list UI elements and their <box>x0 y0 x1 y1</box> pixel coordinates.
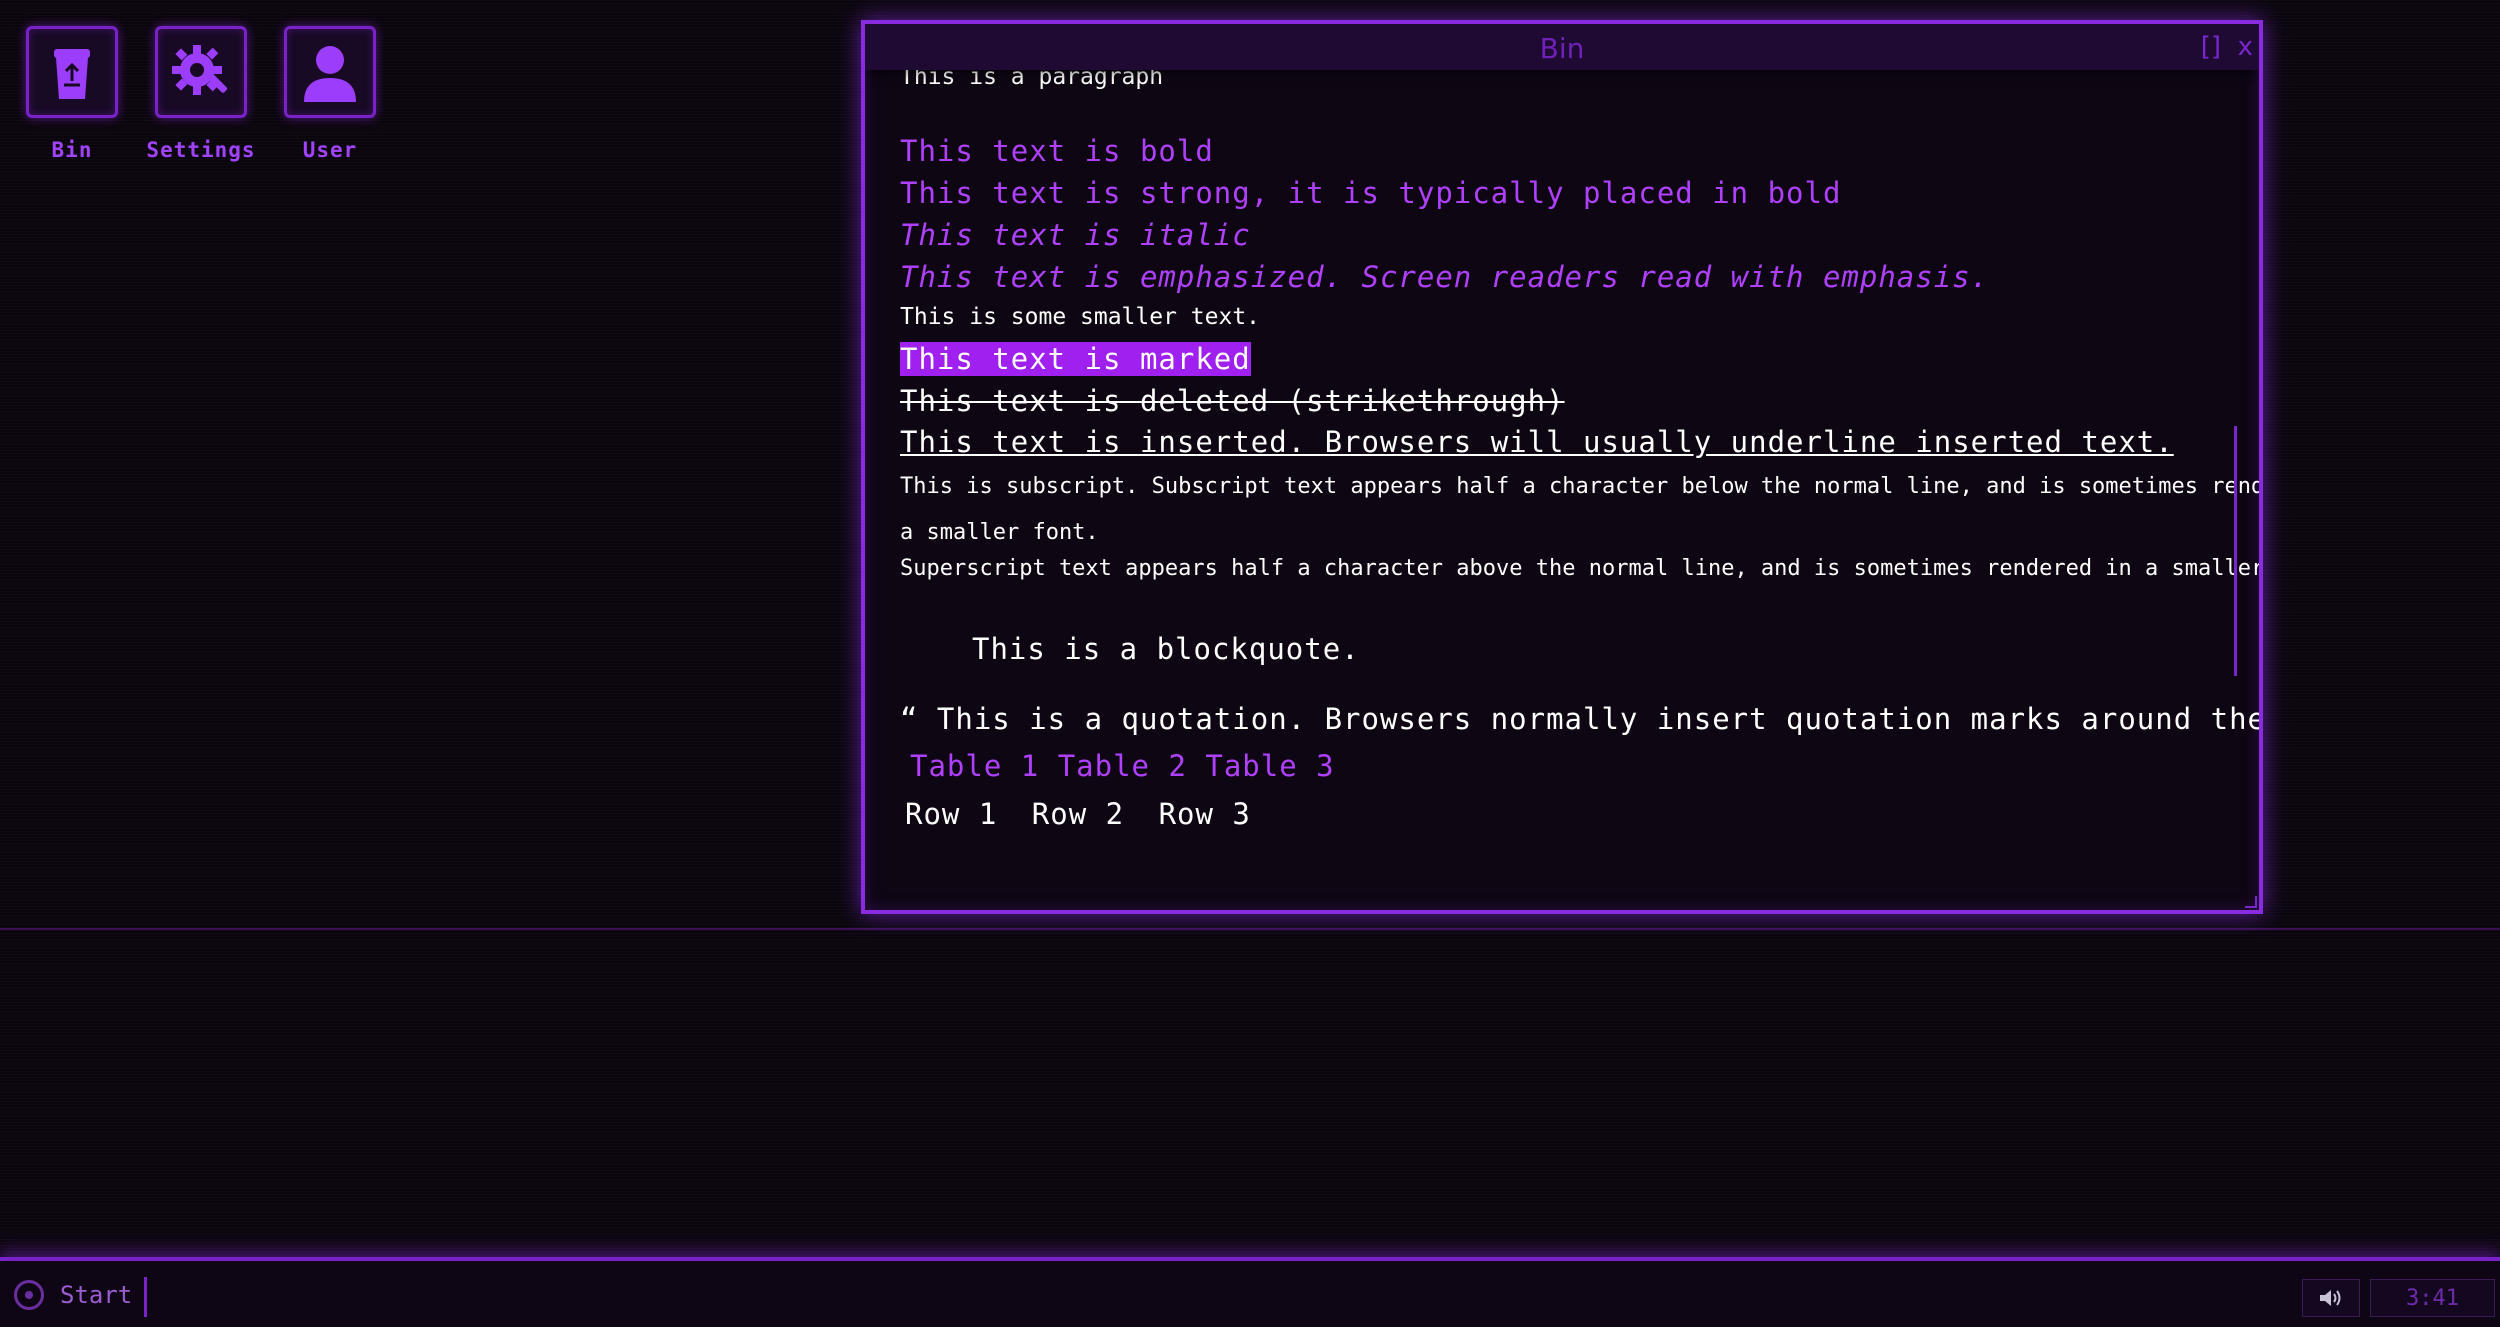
table-cell: Row 3 <box>1158 797 1251 831</box>
quotation: “ This is a quotation. Browsers normally… <box>900 702 2263 736</box>
italic-text: This text is italic <box>900 218 1251 252</box>
maximize-button[interactable]: [] <box>2201 32 2221 62</box>
table-header-cell: Table 1 <box>910 749 1040 783</box>
subscript-text: This is subscript. Subscript text appear… <box>900 474 2263 499</box>
desktop-icon-bin[interactable]: Bin <box>7 26 137 162</box>
taskbar-separator <box>144 1277 147 1317</box>
small-text: This is some smaller text. <box>900 304 1261 330</box>
window-titlebar[interactable]: Bin [] x <box>865 24 2259 70</box>
table-cell: Row 2 <box>1031 797 1125 831</box>
desktop-icon-label: User <box>302 138 358 162</box>
table-header-row: Table 1 Table 2 Table 3 <box>910 749 1335 783</box>
content-scrollbar[interactable] <box>2234 426 2237 676</box>
desktop-icon-label: Bin <box>51 138 93 162</box>
window-title: Bin <box>1539 32 1585 65</box>
start-icon <box>14 1280 44 1310</box>
close-button[interactable]: x <box>2238 32 2253 62</box>
bold-text: This text is bold <box>900 134 1214 168</box>
blockquote: This is a blockquote. <box>972 632 1360 666</box>
taskbar: Start 3:41 <box>0 1257 2500 1327</box>
resize-handle[interactable] <box>2245 896 2257 908</box>
user-icon <box>284 26 376 118</box>
desktop-icon-settings[interactable]: Settings <box>136 26 266 162</box>
subscript-text-continued: a smaller font. <box>900 520 1099 545</box>
deleted-text: This text is deleted (strikethrough) <box>900 384 1565 418</box>
table-row: Row 1 Row 2 Row 3 <box>905 797 1251 831</box>
start-label: Start <box>60 1281 133 1309</box>
clock[interactable]: 3:41 <box>2370 1279 2495 1317</box>
marked-text: This text is marked <box>900 342 1251 376</box>
recycle-bin-icon <box>26 26 118 118</box>
emphasized-text: This text is emphasized. Screen readers … <box>900 260 1990 294</box>
superscript-text: Superscript text appears half a characte… <box>900 556 2263 581</box>
table-header-cell: Table 3 <box>1205 749 1335 783</box>
settings-gear-icon <box>155 26 247 118</box>
desktop: Bin Settings User This is a paragraph Th… <box>0 0 2500 1257</box>
desktop-icon-user[interactable]: User <box>265 26 395 162</box>
speaker-icon <box>2320 1290 2341 1306</box>
desktop-icon-label: Settings <box>146 138 256 162</box>
window-content[interactable]: This is a paragraph This text is bold Th… <box>865 24 2259 910</box>
table-cell: Row 1 <box>905 797 998 831</box>
bin-window: This is a paragraph This text is bold Th… <box>861 20 2263 914</box>
strong-text: This text is strong, it is typically pla… <box>900 176 1842 210</box>
inserted-text: This text is inserted. Browsers will usu… <box>900 425 2174 459</box>
table-header-cell: Table 2 <box>1057 749 1187 783</box>
desktop-divider <box>0 928 2500 930</box>
start-button[interactable]: Start <box>14 1275 132 1315</box>
volume-button[interactable] <box>2302 1279 2360 1317</box>
